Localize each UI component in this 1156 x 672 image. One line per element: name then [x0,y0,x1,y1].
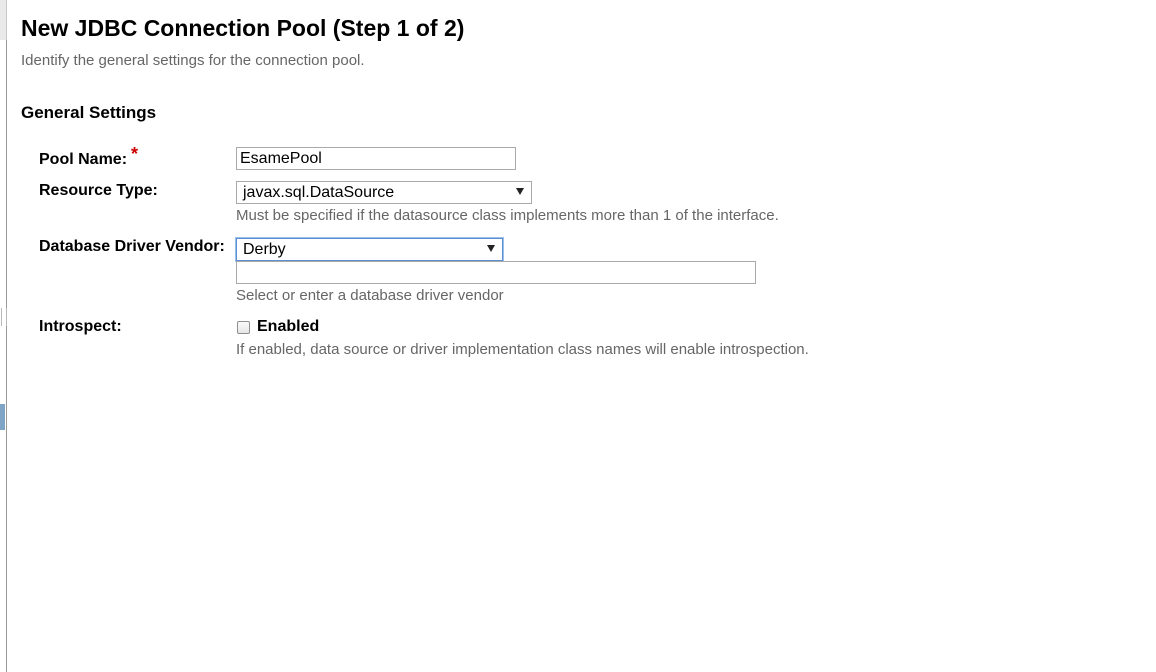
frame-divider [6,40,7,672]
introspect-checkbox[interactable] [237,321,250,334]
section-title-general-settings: General Settings [21,103,157,122]
resource-type-label: Resource Type: [39,182,158,199]
db-vendor-select[interactable]: Derby [236,238,503,261]
page-title: New JDBC Connection Pool (Step 1 of 2) [21,15,465,41]
resource-type-help-text: Must be specified if the datasource clas… [236,207,779,224]
introspect-help-text: If enabled, data source or driver implem… [236,341,809,358]
introspect-checkbox-label[interactable]: Enabled [257,318,319,336]
pool-name-label-text: Pool Name: [39,151,128,168]
frame-resize-grip[interactable] [1,308,7,326]
db-vendor-custom-input[interactable] [236,261,756,284]
db-vendor-help-text: Select or enter a database driver vendor [236,287,504,304]
pool-name-label: Pool Name: * [39,144,138,169]
required-asterisk-icon: * [131,144,139,164]
chevron-down-icon [487,245,495,252]
db-vendor-selected-value: Derby [243,241,286,258]
introspect-label: Introspect: [39,318,122,335]
resource-type-selected-value: javax.sql.DataSource [243,184,395,201]
frame-top-strip [0,0,7,40]
resource-type-select[interactable]: javax.sql.DataSource [236,181,532,204]
pool-name-input[interactable] [236,147,516,170]
left-frame-border [0,0,8,672]
page-help-text: Identify the general settings for the co… [21,52,365,69]
frame-scroll-indicator [0,404,5,430]
db-vendor-label: Database Driver Vendor: [39,238,225,255]
chevron-down-icon [516,188,524,195]
